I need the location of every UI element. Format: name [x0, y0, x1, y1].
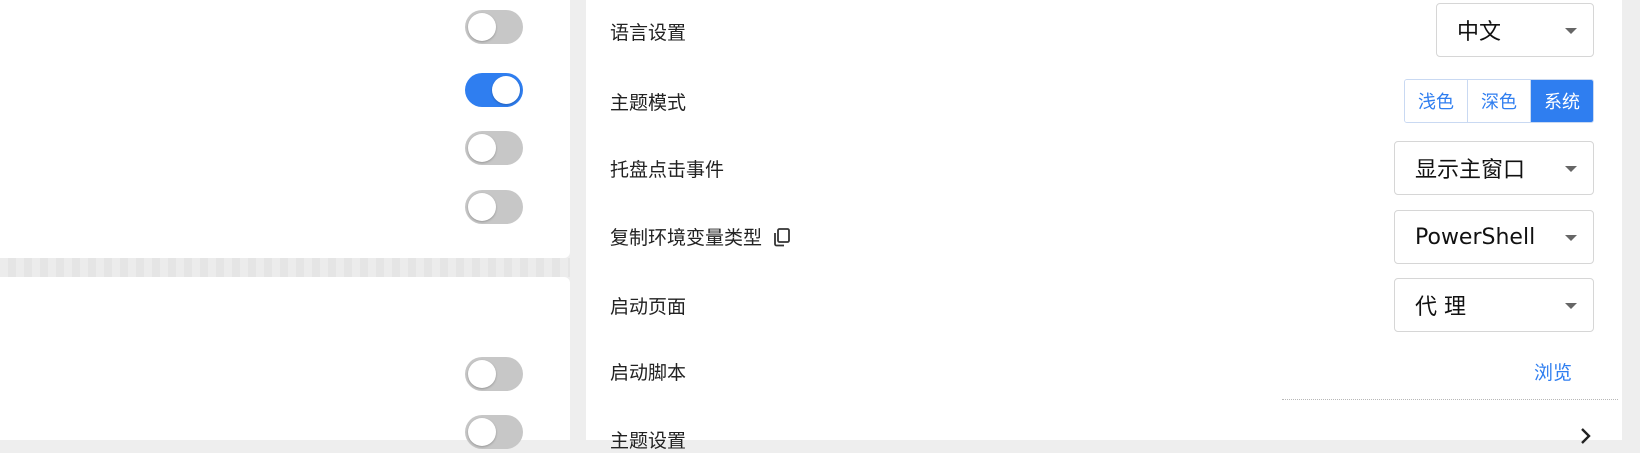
tray-click-select[interactable]: 显示主窗口: [1394, 141, 1594, 195]
theme-light-button[interactable]: 浅色: [1405, 80, 1468, 122]
toggle-knob: [468, 193, 496, 221]
toggle-knob: [468, 13, 496, 41]
language-label: 语言设置: [610, 22, 687, 44]
theme-mode-label: 主题模式: [610, 92, 687, 114]
toggle-4[interactable]: [465, 190, 523, 224]
card-gap: [0, 258, 570, 277]
chevron-down-icon: [1565, 166, 1577, 172]
startup-script-label: 启动脚本: [610, 362, 687, 384]
toggle-1[interactable]: [465, 10, 523, 44]
toggle-knob: [468, 360, 496, 388]
toggle-knob: [492, 76, 520, 104]
chevron-down-icon: [1565, 28, 1577, 34]
startup-page-value: 代 理: [1415, 295, 1466, 320]
toggle-2[interactable]: [465, 73, 523, 107]
tray-click-value: 显示主窗口: [1415, 158, 1526, 183]
left-settings-card-bottom: [0, 277, 570, 449]
browse-button[interactable]: 浏览: [1534, 358, 1572, 385]
tray-click-label: 托盘点击事件: [610, 159, 725, 181]
right-settings-card: 语言设置 中文 主题模式 浅色 深色 系统 托盘点击事件 显示主窗口 复制环境变…: [586, 0, 1622, 452]
toggle-3[interactable]: [465, 131, 523, 165]
language-select[interactable]: 中文: [1436, 3, 1594, 57]
chevron-down-icon: [1565, 235, 1577, 241]
toggle-knob: [468, 134, 496, 162]
copy-env-select[interactable]: PowerShell: [1394, 210, 1594, 264]
copy-icon[interactable]: [772, 227, 792, 247]
column-gap: [570, 0, 586, 440]
copy-env-label: 复制环境变量类型: [610, 223, 792, 250]
copy-env-value: PowerShell: [1415, 224, 1536, 250]
chevron-right-icon[interactable]: [1578, 428, 1594, 444]
chevron-down-icon: [1565, 303, 1577, 309]
theme-system-button[interactable]: 系统: [1531, 80, 1593, 122]
startup-page-select[interactable]: 代 理: [1394, 278, 1594, 332]
startup-page-label: 启动页面: [610, 296, 687, 318]
toggle-5[interactable]: [465, 357, 523, 391]
toggle-6[interactable]: [465, 415, 523, 449]
theme-dark-button[interactable]: 深色: [1468, 80, 1531, 122]
left-settings-card-top: [0, 0, 570, 258]
language-value: 中文: [1457, 20, 1502, 45]
theme-mode-segmented: 浅色 深色 系统: [1404, 79, 1594, 123]
script-path-underline: [1282, 399, 1618, 400]
toggle-knob: [468, 418, 496, 446]
